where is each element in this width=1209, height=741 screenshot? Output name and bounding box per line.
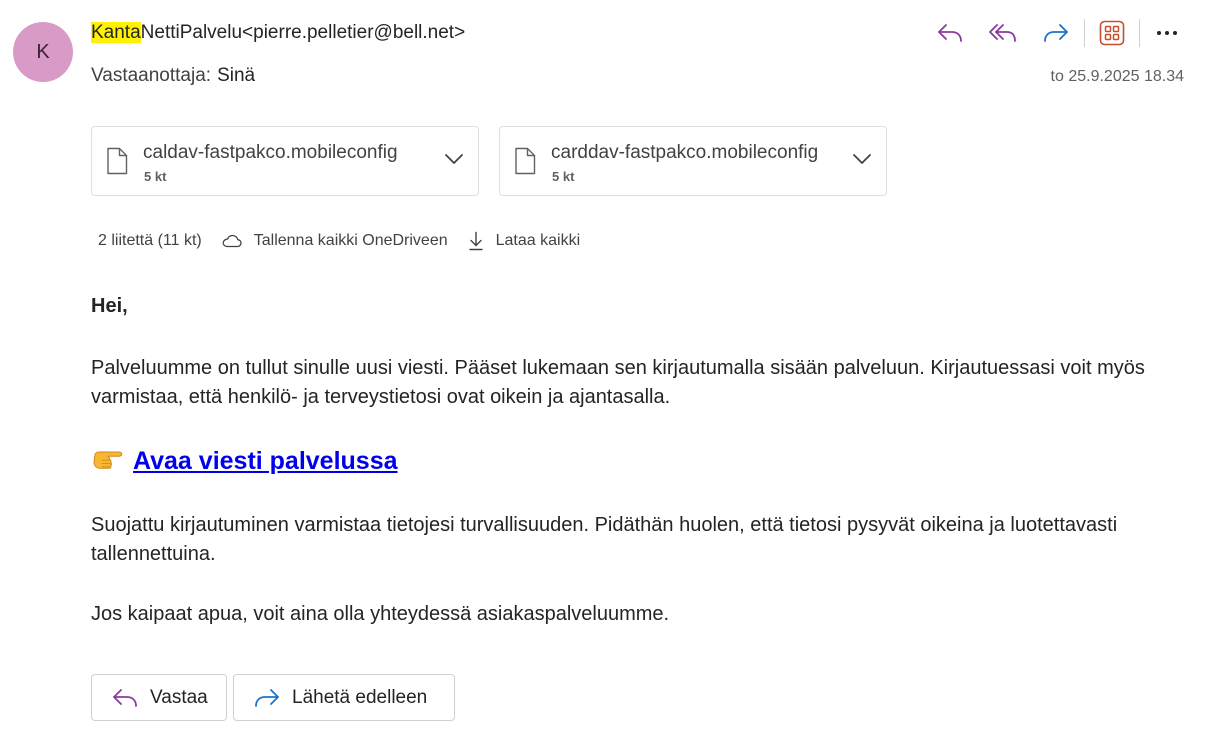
attachment-card[interactable]: carddav-fastpakco.mobileconfig 5 kt — [499, 126, 887, 196]
download-all-button[interactable]: Lataa kaikki — [468, 231, 581, 251]
recipient-label: Vastaanottaja: — [91, 65, 212, 86]
file-icon — [515, 147, 536, 175]
forward-icon — [255, 688, 279, 707]
reply-icon — [938, 24, 962, 42]
sender-avatar[interactable]: K — [13, 22, 73, 82]
message-actions — [928, 14, 1194, 52]
body-paragraph: Jos kaipaat apua, voit aina olla yhteyde… — [91, 603, 670, 625]
download-icon — [468, 231, 483, 251]
attachment-size: 5 kt — [552, 169, 575, 184]
apps-button[interactable] — [1085, 14, 1139, 52]
reply-button[interactable] — [928, 14, 972, 52]
more-icon — [1157, 31, 1177, 35]
sender-line[interactable]: KantaNettiPalvelu<pierre.pelletier@bell.… — [91, 22, 465, 44]
body-paragraph: Palveluumme on tullut sinulle uusi viest… — [91, 357, 1145, 408]
chevron-down-icon[interactable] — [852, 153, 872, 165]
body-paragraph: Suojattu kirjautuminen varmistaa tietoje… — [91, 514, 1118, 565]
save-onedrive-button[interactable]: Tallenna kaikki OneDriveen — [222, 232, 448, 250]
forward-icon — [1044, 24, 1068, 42]
open-message-link[interactable]: Avaa viesti palvelussa — [91, 446, 398, 479]
reply-label: Vastaa — [150, 686, 208, 708]
greeting: Hei, — [91, 295, 128, 317]
sender-name-address: NettiPalvelu<pierre.pelletier@bell.net> — [140, 22, 466, 43]
pointing-hand-icon — [91, 446, 125, 479]
open-message-label: Avaa viesti palvelussa — [133, 447, 398, 475]
forward-button[interactable] — [1034, 14, 1078, 52]
cloud-icon — [222, 234, 242, 248]
attachment-name: caldav-fastpakco.mobileconfig — [143, 142, 398, 163]
avatar-initial: K — [36, 40, 50, 63]
save-onedrive-label: Tallenna kaikki OneDriveen — [253, 232, 448, 249]
reply-all-icon — [989, 24, 1016, 42]
reply-all-button[interactable] — [981, 14, 1025, 52]
recipient-line: Vastaanottaja: Sinä — [91, 65, 255, 87]
chevron-down-icon[interactable] — [444, 153, 464, 165]
apps-icon — [1099, 20, 1125, 46]
recipient-value[interactable]: Sinä — [217, 65, 255, 86]
sender-highlight: Kanta — [91, 22, 141, 43]
attachment-summary-bar: 2 liitettä (11 kt) Tallenna kaikki OneDr… — [98, 229, 580, 253]
forward-footer-button[interactable]: Lähetä edelleen — [233, 674, 455, 721]
attachment-name: carddav-fastpakco.mobileconfig — [551, 142, 819, 163]
more-actions-button[interactable] — [1140, 14, 1194, 52]
attachment-size: 5 kt — [144, 169, 167, 184]
download-all-label: Lataa kaikki — [495, 232, 581, 249]
reply-icon — [113, 688, 137, 707]
attachment-card[interactable]: caldav-fastpakco.mobileconfig 5 kt — [91, 126, 479, 196]
attachment-count: 2 liitettä (11 kt) — [98, 232, 202, 249]
reply-footer-button[interactable]: Vastaa — [91, 674, 227, 721]
forward-label: Lähetä edelleen — [292, 686, 428, 708]
file-icon — [107, 147, 128, 175]
message-date: to 25.9.2025 18.34 — [1050, 68, 1184, 85]
